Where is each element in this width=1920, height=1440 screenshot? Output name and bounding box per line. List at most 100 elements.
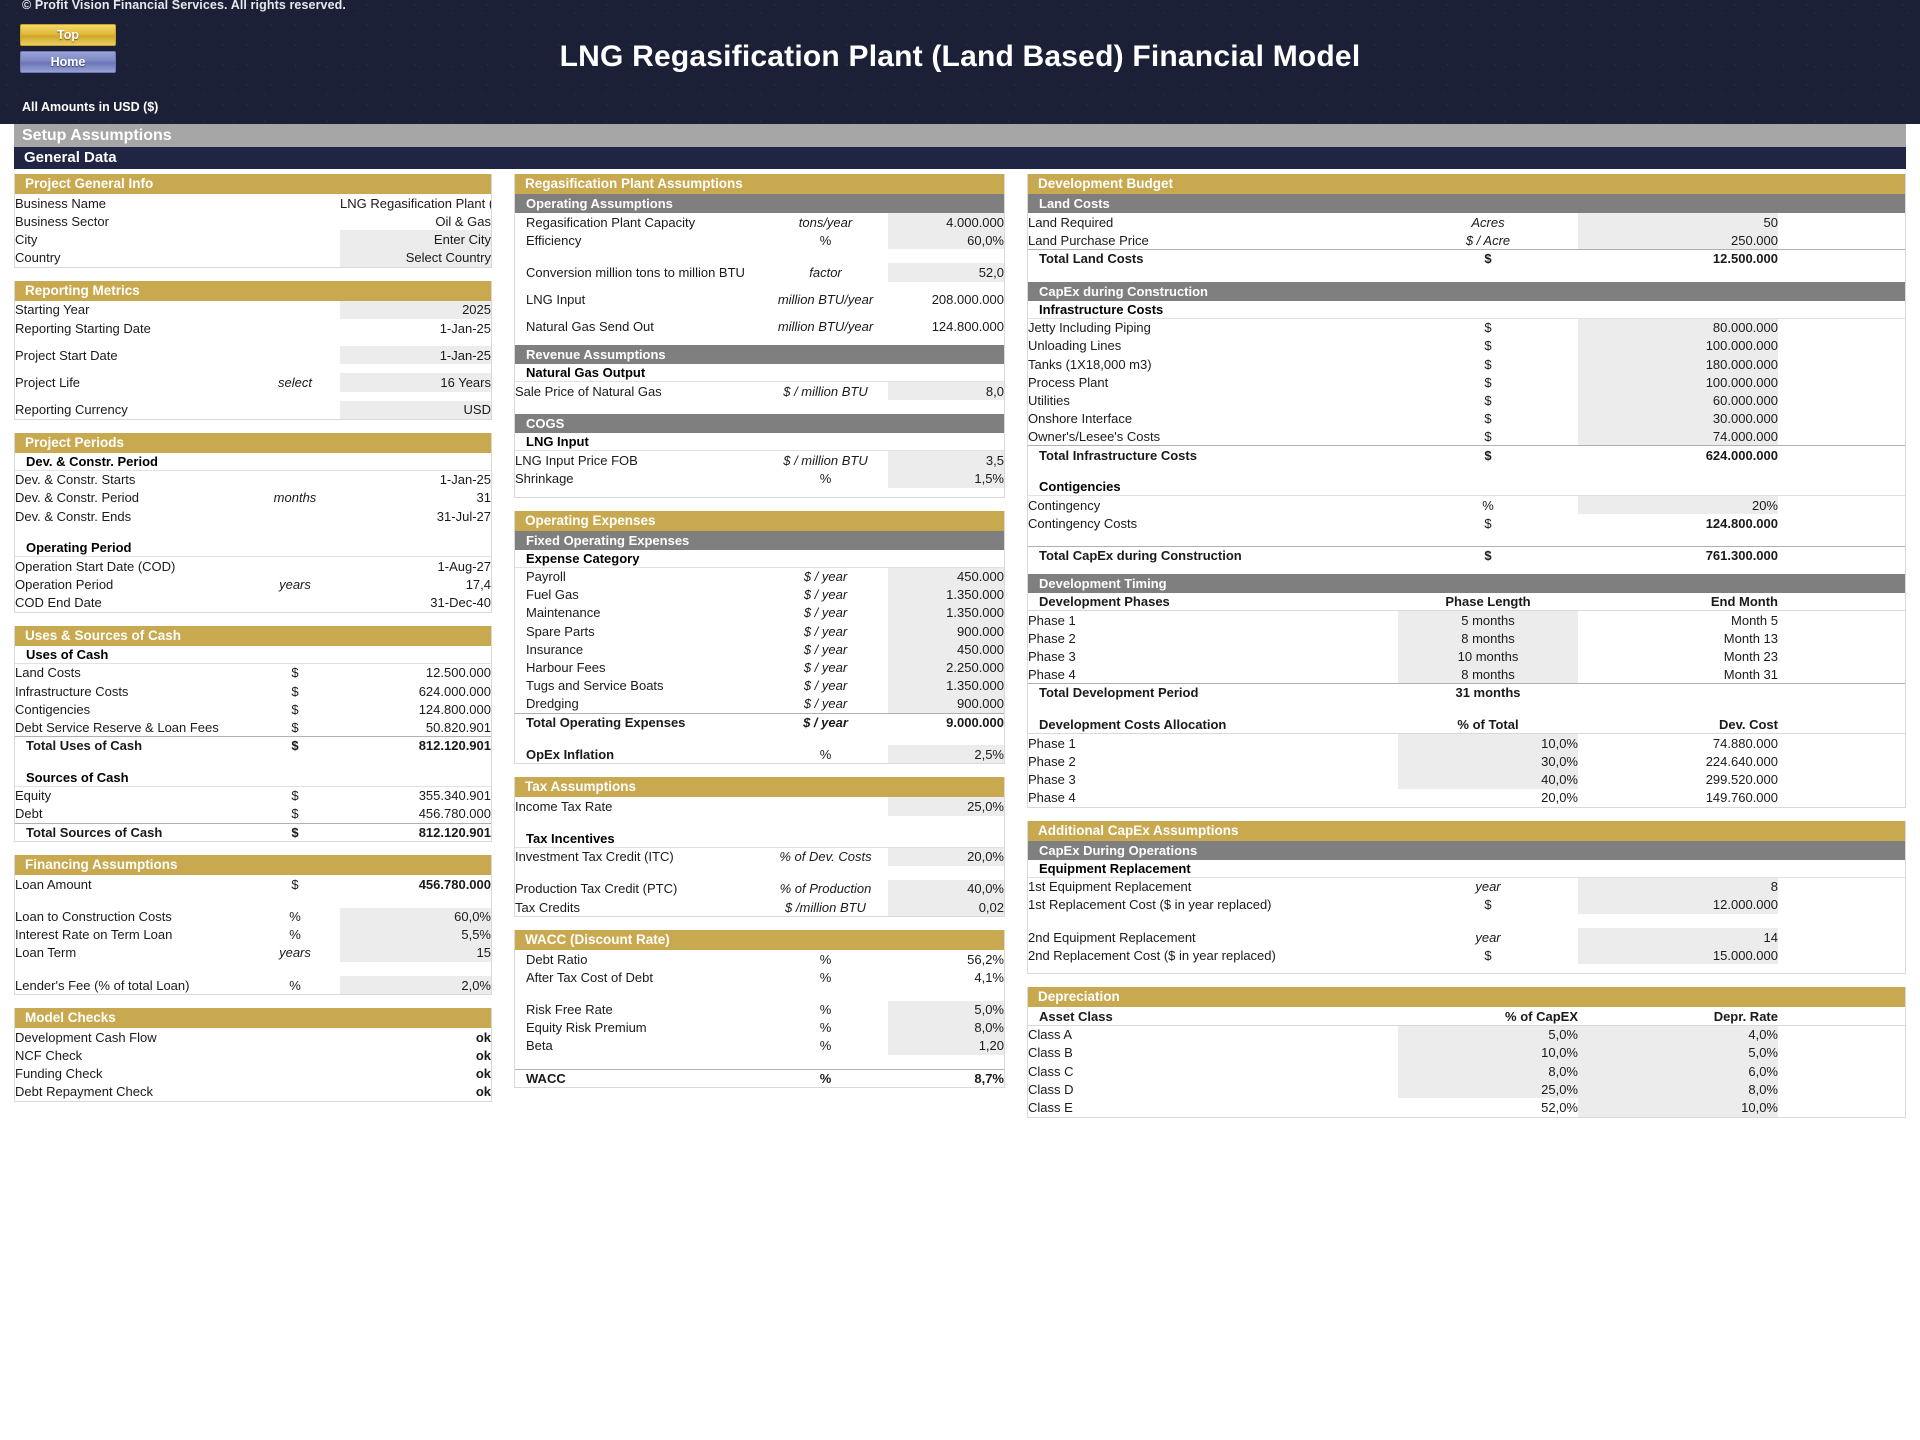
table-row: Equity $ 355.340.901	[15, 787, 491, 805]
opex-value-input[interactable]: 1.350.000	[888, 585, 1004, 604]
opex-value-input[interactable]: 1.350.000	[888, 676, 1004, 695]
row-label: Efficiency	[526, 232, 582, 248]
row-unit: $	[1484, 411, 1492, 427]
wacc-block: WACC (Discount Rate) Debt Ratio % 56,2% …	[514, 930, 1005, 1089]
depr-rate-input[interactable]: 8,0%	[1578, 1080, 1778, 1099]
risk-free-rate-input[interactable]: 5,0%	[888, 1000, 1004, 1019]
table-row: Risk Free Rate % 5,0%	[515, 1000, 1004, 1019]
replacement-cost-input[interactable]: 12.000.000	[1578, 895, 1778, 915]
reporting-currency-select[interactable]: USD	[340, 400, 491, 419]
lng-input-subheader: LNG Input	[515, 433, 1004, 452]
table-row: Business Name LNG Regasification Plant (…	[15, 194, 491, 212]
middle-column: Regasification Plant Assumptions Operati…	[514, 174, 1005, 1101]
equipment-replacement-year-input[interactable]: 8	[1578, 877, 1778, 896]
table-row: Operation Period years 17,4	[15, 575, 491, 593]
interest-rate-input[interactable]: 5,5%	[340, 925, 491, 944]
land-costs-header: Land Costs	[1028, 194, 1905, 213]
table-row: Dev. & Constr. Starts 1-Jan-25	[15, 471, 491, 489]
tax-credits-input[interactable]: 0,02	[888, 897, 1004, 917]
city-input[interactable]: Enter City	[340, 230, 491, 249]
infra-cost-input[interactable]: 100.000.000	[1578, 336, 1778, 355]
alloc-pct-input[interactable]: 30,0%	[1398, 752, 1578, 771]
income-tax-rate-input[interactable]: 25,0%	[888, 797, 1004, 816]
itc-input[interactable]: 20,0%	[888, 847, 1004, 866]
row-unit: $	[291, 876, 299, 892]
row-label: Debt Ratio	[526, 951, 588, 967]
depr-pct-input[interactable]: 25,0%	[1398, 1080, 1578, 1099]
shrinkage-input[interactable]: 1,5%	[888, 469, 1004, 488]
opex-table: Payroll $ / year 450.000 Fuel Gas $ / ye…	[515, 567, 1004, 764]
infra-cost-input[interactable]: 60.000.000	[1578, 391, 1778, 410]
depr-pct-input[interactable]: 5,0%	[1398, 1025, 1578, 1044]
table-row: Natural Gas Send Out million BTU/year 12…	[515, 318, 1004, 336]
row-value: 20,0%	[1541, 790, 1578, 806]
row-unit: %	[819, 1020, 832, 1036]
opex-value-input[interactable]: 2.250.000	[888, 658, 1004, 677]
infra-cost-input[interactable]: 180.000.000	[1578, 354, 1778, 374]
table-row: Development Cash Flow ok	[15, 1028, 491, 1046]
row-label: Total Operating Expenses	[515, 712, 763, 732]
project-start-date-input[interactable]: 1-Jan-25	[340, 346, 491, 365]
loan-term-input[interactable]: 15	[340, 943, 491, 963]
table-row: Interest Rate on Term Loan % 5,5%	[15, 925, 491, 944]
row-label: Utilities	[1028, 392, 1070, 408]
land-required-input[interactable]: 50	[1578, 213, 1778, 232]
conversion-factor-input[interactable]: 52,0	[888, 263, 1004, 282]
lng-input-price-input[interactable]: 3,5	[888, 451, 1004, 470]
row-label: Debt Service Reserve & Loan Fees	[15, 719, 219, 735]
phase-length-input[interactable]: 10 months	[1398, 647, 1578, 666]
row-label: Production Tax Credit (PTC)	[515, 881, 678, 897]
equity-risk-premium-input[interactable]: 8,0%	[888, 1018, 1004, 1037]
opex-value-input[interactable]: 900.000	[888, 622, 1004, 641]
beta-input[interactable]: 1,20	[888, 1036, 1004, 1056]
revenue-assumptions-header: Revenue Assumptions	[515, 344, 1004, 364]
table-row: Debt Repayment Check ok	[15, 1083, 491, 1101]
efficiency-input[interactable]: 60,0%	[888, 231, 1004, 250]
loan-to-construction-costs-input[interactable]: 60,0%	[340, 907, 491, 926]
depr-rate-input[interactable]: 4,0%	[1578, 1025, 1778, 1044]
phase-length-input[interactable]: 8 months	[1398, 665, 1578, 684]
starting-year-input[interactable]: 2025	[340, 300, 491, 319]
table-header-row: Development Costs Allocation % of Total …	[1028, 715, 1905, 735]
depr-rate-input[interactable]: 6,0%	[1578, 1062, 1778, 1081]
row-label: Dev. & Constr. Ends	[15, 508, 132, 524]
equipment-replacement-year-input[interactable]: 14	[1578, 928, 1778, 947]
land-purchase-price-input[interactable]: 250.000	[1578, 231, 1778, 250]
project-life-select[interactable]: 16 Years	[340, 373, 491, 392]
row-label: Dev. & Constr. Starts	[15, 472, 136, 488]
infra-cost-input[interactable]: 30.000.000	[1578, 409, 1778, 428]
row-label: Natural Gas Send Out	[526, 319, 654, 335]
row-label: Interest Rate on Term Loan	[15, 927, 173, 943]
phase-length-input[interactable]: 8 months	[1398, 629, 1578, 648]
phase-length-input[interactable]: 5 months	[1398, 610, 1578, 629]
table-header-row: Asset Class % of CapEX Depr. Rate	[1028, 1007, 1905, 1027]
opex-value-input[interactable]: 450.000	[888, 640, 1004, 659]
row-unit: %	[289, 977, 301, 993]
depr-rate-input[interactable]: 5,0%	[1578, 1043, 1778, 1062]
table-row: OpEx Inflation % 2,5%	[515, 745, 1004, 764]
alloc-pct-input[interactable]: 10,0%	[1398, 733, 1578, 753]
table-row: Tugs and Service Boats $ / year 1.350.00…	[515, 676, 1004, 695]
table-row: Class D 25,0% 8,0%	[1028, 1080, 1905, 1099]
sale-price-input[interactable]: 8,0	[888, 381, 1004, 401]
replacement-cost-input[interactable]: 15.000.000	[1578, 946, 1778, 965]
contingency-input[interactable]: 20%	[1578, 496, 1778, 515]
ptc-input[interactable]: 40,0%	[888, 879, 1004, 898]
opex-inflation-input[interactable]: 2,5%	[888, 745, 1004, 764]
infra-cost-input[interactable]: 80.000.000	[1578, 318, 1778, 337]
infra-cost-input[interactable]: 74.000.000	[1578, 427, 1778, 446]
row-value: 8,7%	[888, 1068, 1004, 1088]
depr-pct-input[interactable]: 8,0%	[1398, 1062, 1578, 1081]
regas-assumptions-block: Regasification Plant Assumptions Operati…	[514, 174, 1005, 498]
opex-value-input[interactable]: 900.000	[888, 694, 1004, 713]
lenders-fee-input[interactable]: 2,0%	[340, 976, 491, 995]
depr-rate-input[interactable]: 10,0%	[1578, 1098, 1778, 1117]
opex-value-input[interactable]: 1.350.000	[888, 603, 1004, 623]
row-label: Class A	[1028, 1027, 1073, 1043]
opex-value-input[interactable]: 450.000	[888, 567, 1004, 586]
infra-cost-input[interactable]: 100.000.000	[1578, 373, 1778, 392]
country-select[interactable]: Select Country	[340, 248, 491, 267]
alloc-pct-input[interactable]: 40,0%	[1398, 770, 1578, 789]
depr-pct-input[interactable]: 10,0%	[1398, 1043, 1578, 1062]
plant-capacity-input[interactable]: 4.000.000	[888, 213, 1004, 232]
